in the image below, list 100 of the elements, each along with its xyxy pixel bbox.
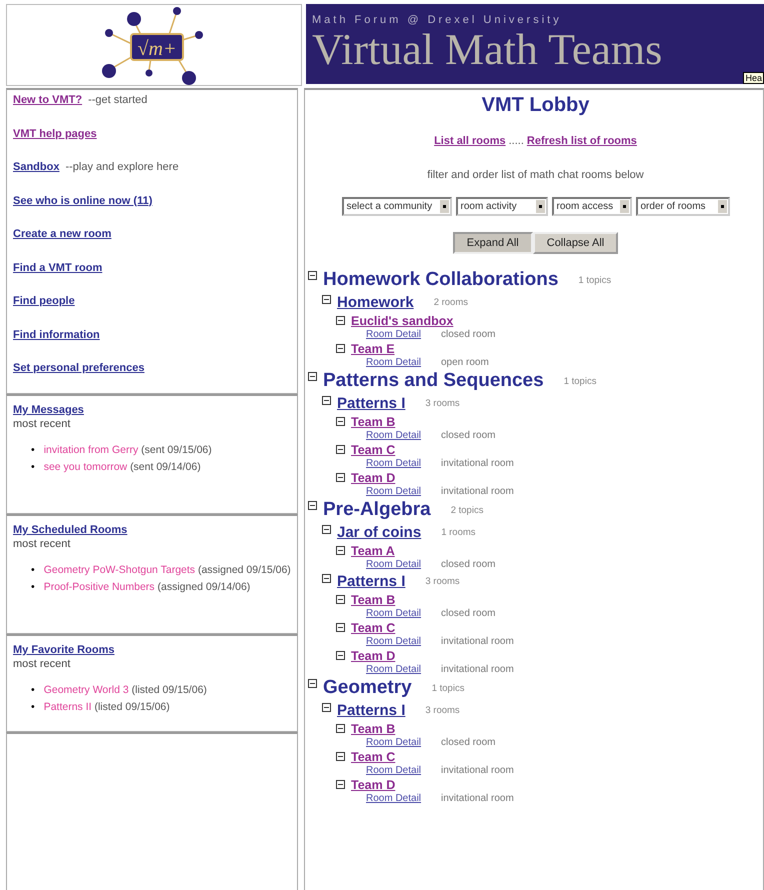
- panel-title-link[interactable]: My Favorite Rooms: [13, 644, 114, 656]
- room-link[interactable]: Team C: [351, 620, 396, 634]
- nav-link[interactable]: Create a new room: [13, 228, 112, 240]
- room-access: open room: [441, 357, 489, 368]
- item-link[interactable]: Geometry PoW-Shotgun Targets: [44, 564, 196, 576]
- panel-title-link[interactable]: My Messages: [13, 404, 84, 416]
- link-separator: .....: [508, 135, 524, 147]
- panel-title-link[interactable]: My Scheduled Rooms: [13, 524, 128, 536]
- room-detail-link[interactable]: Room Detail: [366, 793, 441, 804]
- room-link[interactable]: Team D: [351, 648, 396, 662]
- collapse-icon[interactable]: [322, 396, 331, 405]
- collapse-icon[interactable]: [336, 623, 345, 632]
- collapse-icon[interactable]: [336, 724, 345, 733]
- collapse-icon[interactable]: [336, 316, 345, 325]
- collapse-icon[interactable]: [308, 372, 317, 381]
- nav-note: --play and explore here: [65, 161, 179, 173]
- dropdown[interactable]: room activity: [456, 197, 548, 216]
- nav-link[interactable]: Set personal preferences: [13, 362, 144, 374]
- room-link[interactable]: Team B: [351, 722, 396, 736]
- bullet: •: [31, 564, 35, 577]
- room-detail-link[interactable]: Room Detail: [366, 486, 441, 497]
- list-rooms-link[interactable]: List all rooms: [434, 135, 506, 147]
- nav-link[interactable]: Find a VMT room: [13, 262, 102, 274]
- room-detail-link[interactable]: Room Detail: [366, 737, 441, 748]
- collapse-icon[interactable]: [336, 417, 345, 426]
- room-detail-link[interactable]: Room Detail: [366, 329, 441, 340]
- topic-link[interactable]: Patterns I: [337, 395, 406, 412]
- room-link[interactable]: Team A: [351, 544, 395, 558]
- nav-link[interactable]: New to VMT?: [13, 94, 82, 106]
- nav-link[interactable]: See who is online now (11): [13, 194, 152, 206]
- room-detail-link[interactable]: Room Detail: [366, 608, 441, 619]
- dropdown[interactable]: select a community: [342, 197, 452, 216]
- bullet: •: [31, 684, 35, 697]
- collapse-icon[interactable]: [308, 679, 317, 688]
- item-date: (sent 09/15/06): [141, 444, 212, 456]
- topic-link[interactable]: Jar of coins: [337, 524, 422, 541]
- bullet: •: [31, 444, 35, 457]
- topic-count: 1 topics: [432, 682, 464, 694]
- collapse-icon[interactable]: [336, 595, 345, 604]
- room-access: invitational room: [441, 486, 514, 497]
- dropdown[interactable]: room access: [552, 197, 632, 216]
- collapse-icon[interactable]: [308, 501, 317, 510]
- room-detail-link[interactable]: Room Detail: [366, 458, 441, 469]
- collapse-icon[interactable]: [336, 445, 345, 454]
- room-detail-link[interactable]: Room Detail: [366, 430, 441, 441]
- item-link[interactable]: invitation from Gerry: [44, 444, 138, 456]
- collapse-icon[interactable]: [336, 546, 345, 555]
- nav-note: --get started: [88, 94, 148, 106]
- room-access: invitational room: [441, 793, 514, 804]
- room-detail-link[interactable]: Room Detail: [366, 559, 441, 570]
- collapse-icon[interactable]: [336, 651, 345, 660]
- item-date: (listed 09/15/06): [132, 684, 207, 696]
- collapse-icon[interactable]: [322, 574, 331, 583]
- collapse-icon[interactable]: [336, 752, 345, 761]
- item-date: (sent 09/14/06): [130, 461, 201, 473]
- nav-link[interactable]: Find people: [13, 295, 75, 307]
- item-link[interactable]: Proof-Positive Numbers: [44, 581, 155, 593]
- room-link[interactable]: Team D: [351, 470, 396, 484]
- room-link[interactable]: Team C: [351, 442, 396, 456]
- room-link[interactable]: Team D: [351, 778, 396, 792]
- nav-link[interactable]: Find information: [13, 328, 100, 340]
- collapse-icon[interactable]: [322, 525, 331, 534]
- toggle-button[interactable]: Expand All: [452, 232, 533, 254]
- room-link[interactable]: Team B: [351, 592, 396, 606]
- room-link[interactable]: Team C: [351, 750, 396, 764]
- room-link[interactable]: Euclid's sandbox: [351, 314, 454, 328]
- room-detail-link[interactable]: Room Detail: [366, 765, 441, 776]
- nav-link[interactable]: VMT help pages: [13, 128, 97, 140]
- room-access: closed room: [441, 608, 496, 619]
- banner-title: Virtual Math Teams: [312, 26, 664, 74]
- collapse-icon[interactable]: [322, 295, 331, 304]
- collapse-icon[interactable]: [336, 344, 345, 353]
- bullet: •: [31, 461, 35, 474]
- item-link[interactable]: Patterns II: [44, 701, 92, 713]
- item-link[interactable]: Geometry World 3: [44, 684, 129, 696]
- tooltip: Hea: [743, 72, 764, 84]
- collapse-icon[interactable]: [336, 473, 345, 482]
- room-detail-link[interactable]: Room Detail: [366, 357, 441, 368]
- room-count: 2 rooms: [434, 297, 468, 308]
- room-detail-link[interactable]: Room Detail: [366, 636, 441, 647]
- room-link[interactable]: Team B: [351, 414, 396, 428]
- topic-link[interactable]: Patterns I: [337, 702, 406, 719]
- room-count: 1 rooms: [441, 527, 476, 538]
- collapse-icon[interactable]: [336, 780, 345, 789]
- topic-link[interactable]: Patterns I: [337, 573, 406, 590]
- topic-link[interactable]: Homework: [337, 294, 414, 311]
- collapse-icon[interactable]: [322, 703, 331, 712]
- category-title: Patterns and Sequences: [323, 370, 544, 392]
- room-count: 3 rooms: [425, 398, 460, 409]
- bullet: •: [31, 701, 35, 714]
- nav-link[interactable]: Sandbox: [13, 161, 60, 173]
- room-detail-link[interactable]: Room Detail: [366, 664, 441, 675]
- dropdown[interactable]: order of rooms: [636, 197, 730, 216]
- refresh-link[interactable]: Refresh list of rooms: [526, 135, 637, 147]
- room-access: closed room: [441, 430, 496, 441]
- room-link[interactable]: Team E: [351, 342, 395, 356]
- toggle-button[interactable]: Collapse All: [532, 232, 618, 254]
- item-link[interactable]: see you tomorrow: [44, 461, 128, 473]
- bullet: •: [31, 581, 35, 594]
- collapse-icon[interactable]: [308, 271, 317, 280]
